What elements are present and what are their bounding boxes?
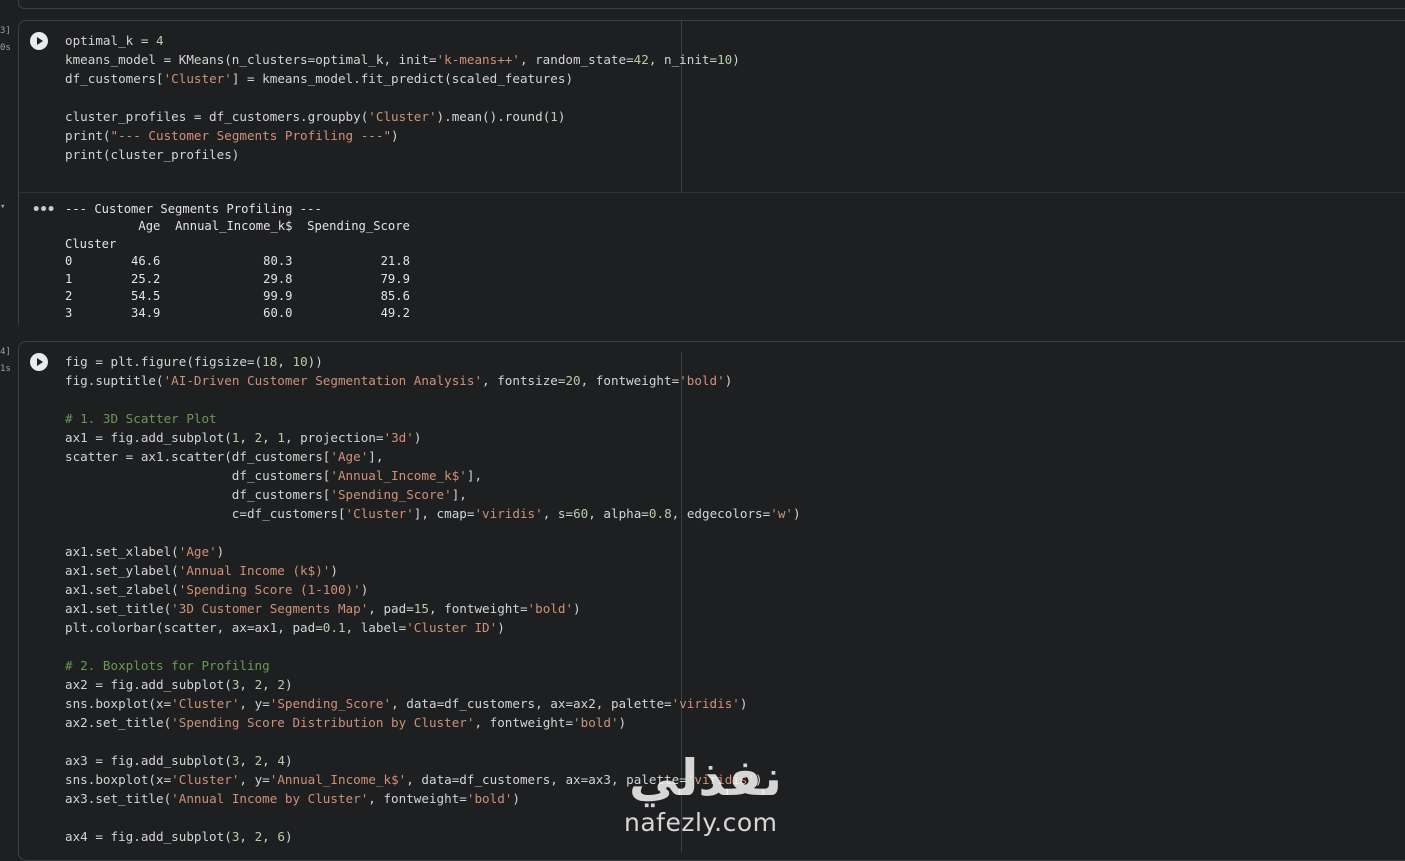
watermark-latin: nafezly.com — [624, 808, 778, 837]
code-line: scatter = ax1.scatter(df_customers['Age'… — [65, 449, 384, 464]
code-line: fig = plt.figure(figsize=(18, 10)) — [65, 354, 323, 369]
code-line: cluster_profiles = df_customers.groupby(… — [65, 109, 566, 124]
code-line: sns.boxplot(x='Cluster', y='Spending_Sco… — [65, 696, 748, 711]
code-line: ax1.set_ylabel('Annual Income (k$)') — [65, 563, 338, 578]
table-row: 3 34.9 60.0 49.2 — [65, 306, 410, 321]
cell1-output: ••• --- Customer Segments Profiling --- … — [19, 192, 1405, 331]
code-line: c=df_customers['Cluster'], cmap='viridis… — [65, 506, 801, 521]
code-line: print("--- Customer Segments Profiling -… — [65, 128, 399, 143]
code-comment: # 1. 3D Scatter Plot — [65, 411, 217, 426]
output-header: --- Customer Segments Profiling --- — [65, 202, 322, 216]
code-line: print(cluster_profiles) — [65, 147, 240, 162]
play-icon — [37, 37, 43, 45]
code-line: ax2.set_title('Spending Score Distributi… — [65, 715, 627, 730]
cell1-execution-count: 3] — [0, 26, 11, 36]
code-line: ax4 = fig.add_subplot(3, 2, 6) — [65, 829, 293, 844]
code-cell-1[interactable]: optimal_k = 4 kmeans_model = KMeans(n_cl… — [18, 20, 1405, 331]
code-line: ax1.set_zlabel('Spending Score (1-100)') — [65, 582, 369, 597]
table-row: 1 25.2 29.8 79.9 — [65, 271, 410, 286]
code-token: 4 — [156, 33, 164, 48]
code-line: df_customers['Cluster'] = kmeans_model.f… — [65, 71, 574, 86]
cell2-execution-count: 4] — [0, 347, 11, 357]
table-row: 2 54.5 99.9 85.6 — [65, 289, 410, 304]
output-columns-row: Age Annual_Income_k$ Spending_Score — [65, 219, 410, 233]
column-income: Annual_Income_k$ — [175, 219, 293, 234]
code-line: df_customers['Annual_Income_k$'], — [65, 468, 483, 483]
output-actions-icon[interactable]: ••• — [32, 203, 55, 217]
code-line: ax1 = fig.add_subplot(1, 2, 1, projectio… — [65, 430, 422, 445]
code-line: kmeans_model = KMeans(n_clusters=optimal… — [65, 52, 740, 67]
run-cell-button[interactable] — [30, 353, 48, 371]
code-comment: # 2. Boxplots for Profiling — [65, 658, 270, 673]
watermark-logo: نفذلي nafezly.com — [618, 748, 793, 841]
run-cell-button[interactable] — [30, 32, 48, 50]
code-line: ax3.set_title('Annual Income by Cluster'… — [65, 791, 520, 806]
output-text: --- Customer Segments Profiling --- Age … — [65, 201, 410, 323]
code-line: plt.colorbar(scatter, ax=ax1, pad=0.1, l… — [65, 620, 505, 635]
code-line: ax1.set_title('3D Customer Segments Map'… — [65, 601, 581, 616]
column-score: Spending_Score — [307, 219, 410, 234]
cell1-execution-time: 0s — [0, 43, 11, 53]
code-line: ax3 = fig.add_subplot(3, 2, 4) — [65, 753, 293, 768]
output-index-name: Cluster — [65, 236, 117, 251]
watermark-arabic: نفذلي — [628, 749, 782, 807]
play-icon — [37, 358, 43, 366]
cell2-execution-time: 1s — [0, 364, 11, 374]
cell1-code-editor[interactable]: optimal_k = 4 kmeans_model = KMeans(n_cl… — [65, 31, 740, 164]
output-collapse-marker[interactable]: ▾ — [0, 201, 5, 213]
code-line: ax1.set_xlabel('Age') — [65, 544, 225, 559]
code-line: ax2 = fig.add_subplot(3, 2, 2) — [65, 677, 293, 692]
code-line: optimal_k = 4 — [65, 33, 164, 48]
code-line: fig.suptitle('AI-Driven Customer Segment… — [65, 373, 733, 388]
previous-cell-edge — [18, 0, 1405, 9]
table-row: 0 46.6 80.3 21.8 — [65, 254, 410, 269]
column-age: Age — [138, 219, 161, 234]
code-line: df_customers['Spending_Score'], — [65, 487, 467, 502]
